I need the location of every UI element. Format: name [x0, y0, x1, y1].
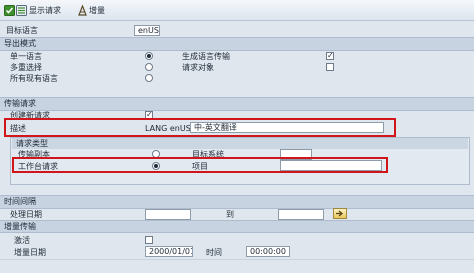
request-type-title: 请求类型: [16, 139, 48, 148]
generate-transmission-label: 生成语言传输: [182, 52, 230, 61]
execute-icon: [4, 4, 15, 16]
application-toolbar: 显示请求 增量: [0, 0, 474, 21]
description-highlight-box: [4, 118, 396, 137]
to-label: 到: [226, 210, 234, 219]
execute-button[interactable]: [4, 4, 15, 16]
request-list-icon: [16, 4, 27, 16]
transport-request-title: 传输请求: [4, 99, 36, 108]
delta-date-input[interactable]: 2000/01/01: [145, 246, 193, 257]
single-language-radio[interactable]: [145, 52, 153, 60]
delta-icon: [78, 4, 87, 16]
delta-label: 增量: [89, 5, 105, 15]
target-language-input[interactable]: enUS: [134, 25, 160, 36]
arrow-right-icon: [336, 210, 343, 217]
transport-request-header: 传输请求: [0, 97, 474, 111]
bottom-divider: [0, 259, 474, 260]
target-language-label: 目标语言: [6, 26, 38, 35]
multi-select-label: 多重选择: [10, 63, 42, 72]
processing-date-from-input[interactable]: [145, 209, 191, 220]
delta-date-label: 增量日期: [14, 248, 46, 257]
workbench-highlight-box: [12, 157, 388, 173]
multi-select-radio[interactable]: [145, 63, 153, 71]
activate-label: 激活: [14, 236, 30, 245]
all-existing-label: 所有现有语言: [10, 74, 58, 83]
time-interval-title: 时间间隔: [4, 197, 36, 206]
request-object-label: 请求对象: [182, 63, 214, 72]
activate-checkbox[interactable]: [145, 236, 153, 244]
delta-button[interactable]: 增量: [78, 4, 105, 16]
single-language-label: 单一语言: [10, 52, 42, 61]
time-interval-header: 时间间隔: [0, 195, 474, 209]
generate-transmission-checkbox[interactable]: ✓: [326, 52, 334, 60]
request-type-header: 请求类型: [12, 137, 468, 149]
request-object-checkbox[interactable]: [326, 63, 334, 71]
all-existing-radio[interactable]: [145, 74, 153, 82]
multiple-selection-button[interactable]: [333, 208, 347, 219]
show-request-label: 显示请求: [29, 5, 61, 15]
delta-transport-title: 增量传输: [4, 222, 36, 231]
export-mode-title: 导出模式: [4, 39, 36, 48]
delta-transport-header: 增量传输: [0, 220, 474, 233]
processing-date-to-input[interactable]: [278, 209, 324, 220]
show-request-button[interactable]: 显示请求: [16, 4, 61, 16]
time-label: 时间: [206, 248, 222, 257]
time-input[interactable]: 00:00:00: [246, 246, 290, 257]
export-mode-header: 导出模式: [0, 37, 474, 51]
processing-date-label: 处理日期: [10, 210, 42, 219]
